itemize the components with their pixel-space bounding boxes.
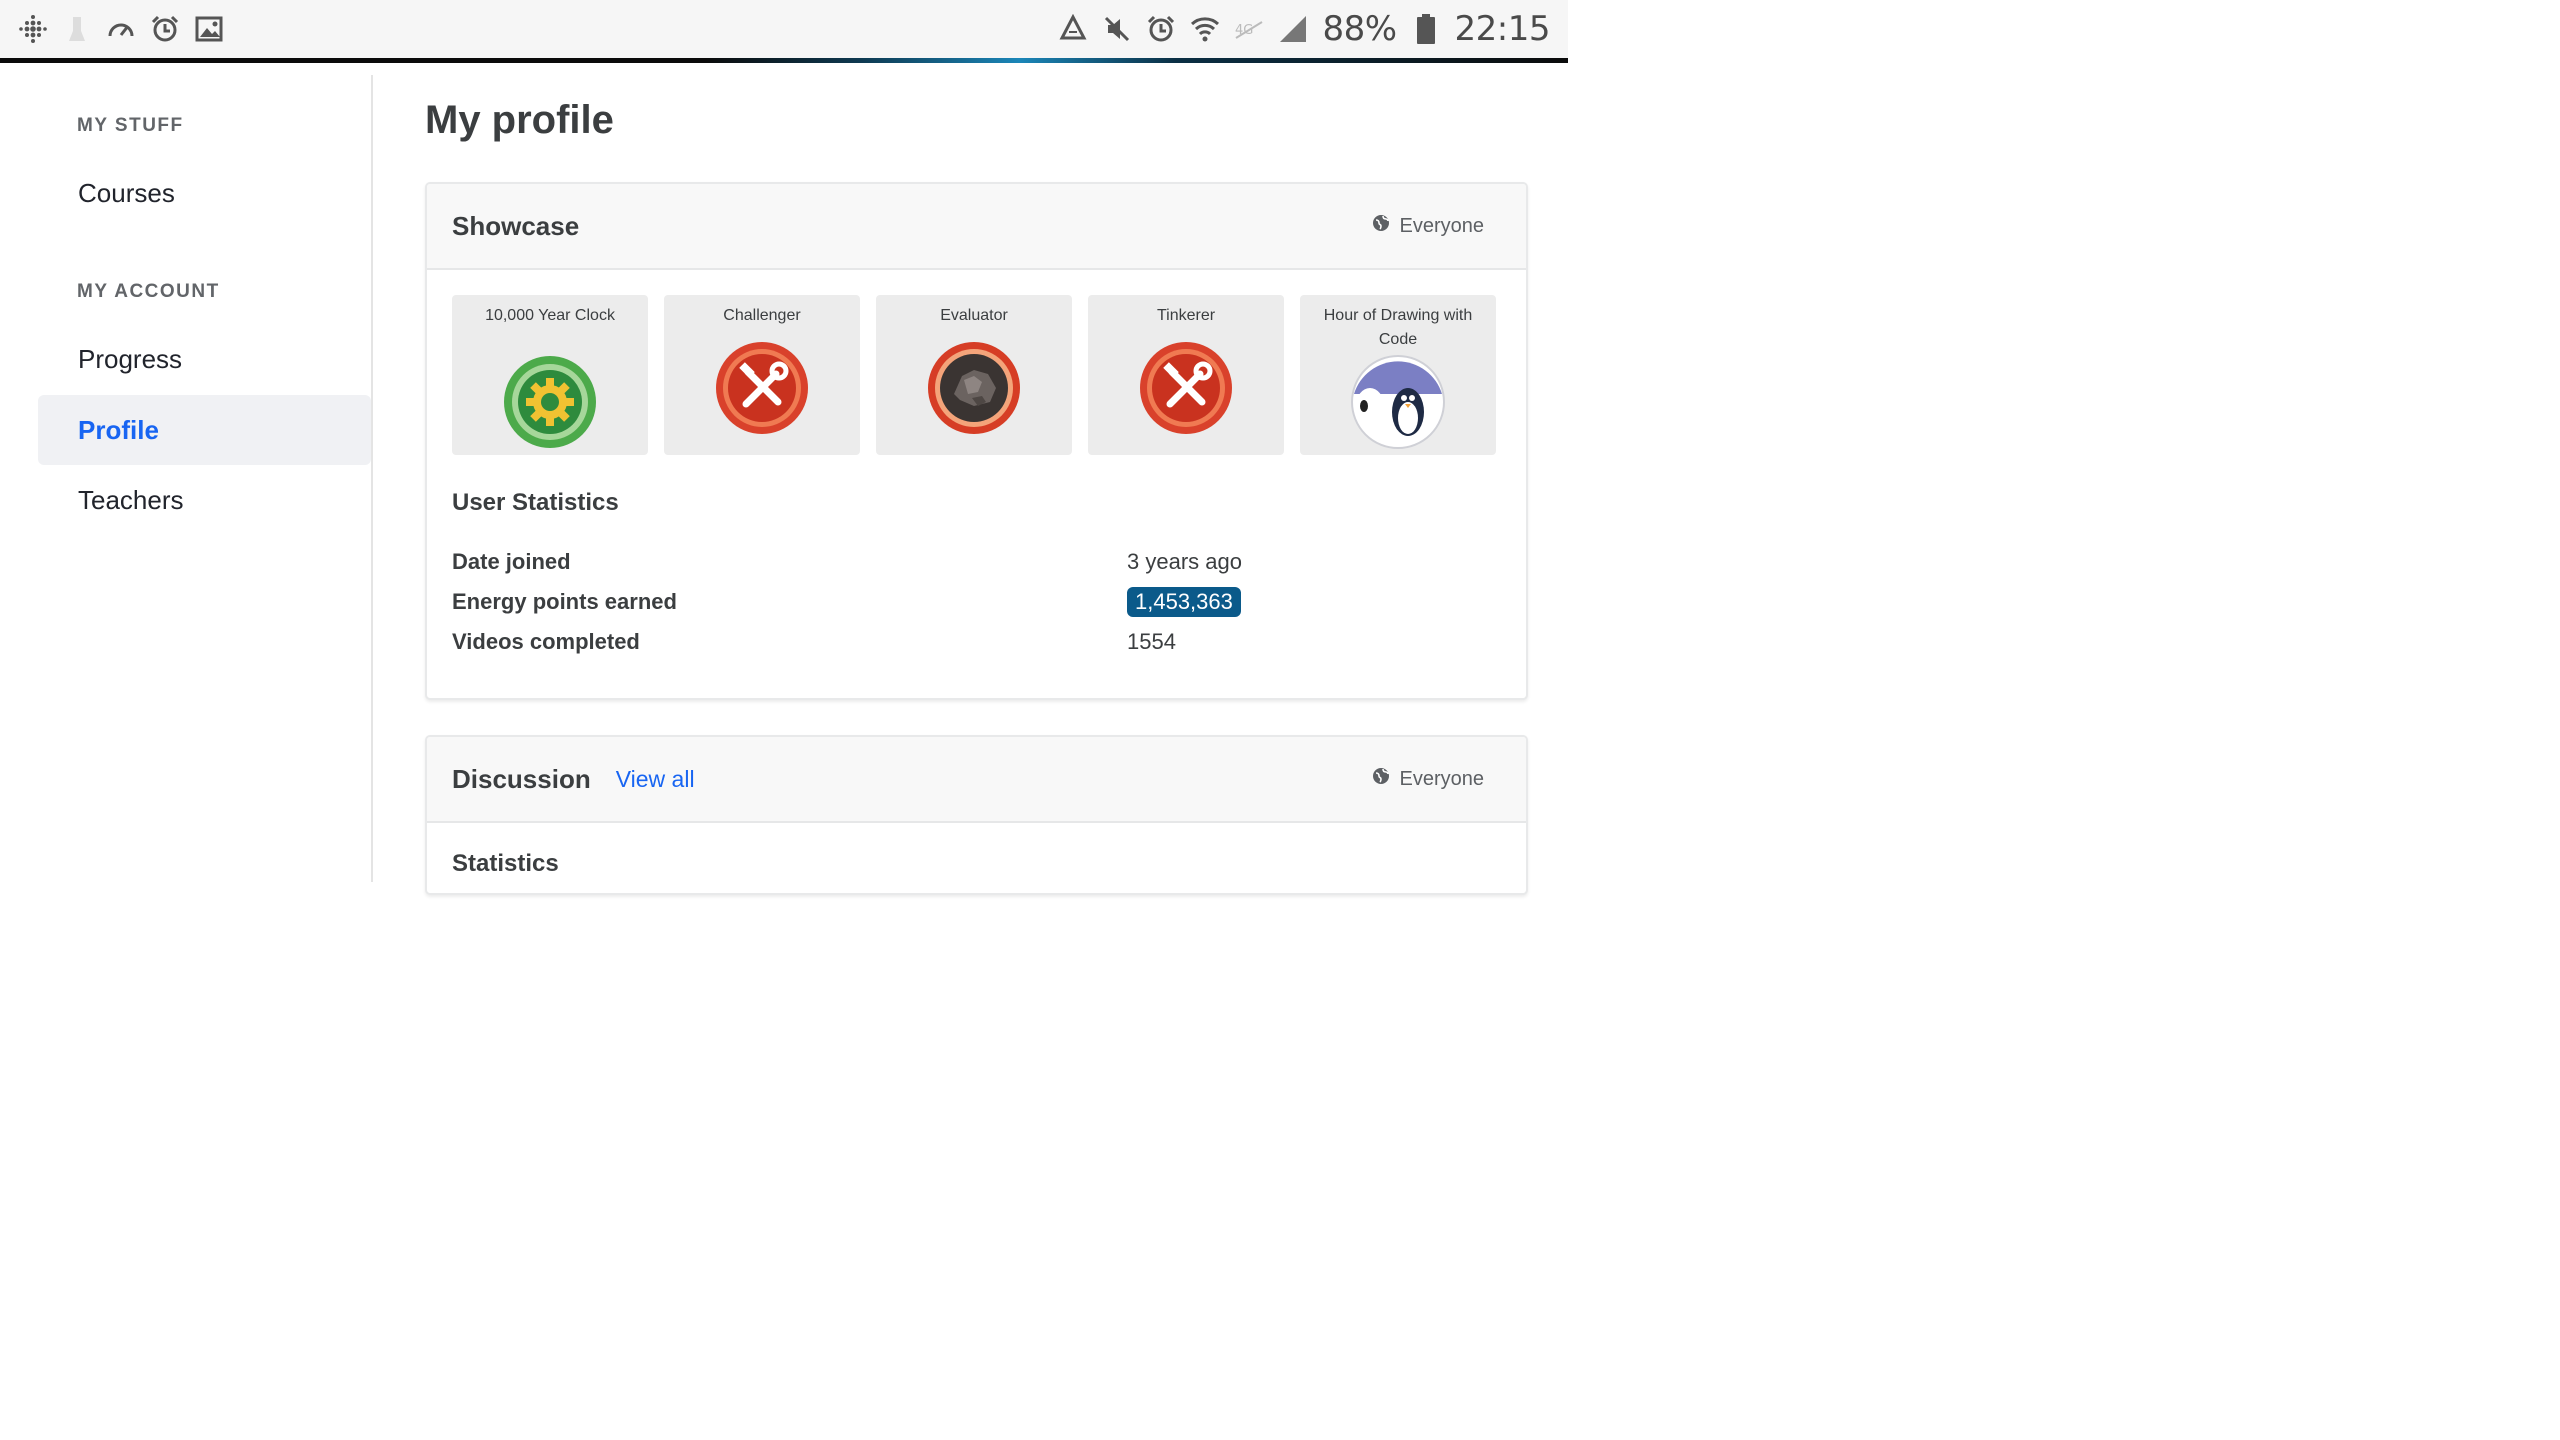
tools-badge-icon: [714, 340, 810, 436]
stimuli-icon: [62, 14, 92, 44]
visibility-label: Everyone: [1399, 767, 1485, 790]
mute-icon: [1102, 14, 1132, 44]
sidebar-item-progress[interactable]: Progress: [38, 324, 371, 394]
badge-10000-year-clock[interactable]: 10,000 Year Clock: [452, 295, 648, 455]
badge-title: 10,000 Year Clock: [485, 307, 615, 324]
stat-label-videos-completed: Videos completed: [452, 629, 640, 654]
gear-badge-icon: [502, 354, 598, 450]
signal-icon: [1278, 14, 1308, 44]
battery-icon: [1411, 14, 1441, 44]
my-stuff-heading: MY STUFF: [77, 115, 184, 136]
showcase-card: Showcase Everyone 10,000 Year Clock Chal…: [425, 182, 1528, 700]
badge-challenger[interactable]: Challenger: [664, 295, 860, 455]
discussion-title: Discussion: [452, 763, 591, 794]
badge-showcase: 10,000 Year Clock Challenger Evaluator T…: [427, 270, 1526, 455]
badge-hour-of-drawing-with-code[interactable]: Hour of Drawing with Code: [1300, 295, 1496, 455]
my-account-heading: MY ACCOUNT: [77, 281, 220, 302]
stat-value-date-joined: 3 years ago: [1127, 549, 1242, 574]
stat-value-videos-completed: 1554: [1127, 629, 1176, 654]
alarm-icon: [1146, 14, 1176, 44]
status-bar-left: [18, 14, 224, 44]
battery-percent: 88%: [1322, 9, 1397, 49]
view-all-link[interactable]: View all: [616, 766, 695, 793]
clock-time: 22:15: [1454, 9, 1551, 49]
status-bar-right: 4G 88% 22:15: [1058, 9, 1551, 49]
speedometer-icon: [106, 14, 136, 44]
stat-label-date-joined: Date joined: [452, 549, 571, 574]
energy-points-pill: 1,453,363: [1127, 587, 1241, 617]
sidebar-item-label: Teachers: [78, 484, 184, 515]
user-statistics-title: User Statistics: [452, 489, 619, 516]
image-icon: [194, 14, 224, 44]
badge-tinkerer[interactable]: Tinkerer: [1088, 295, 1284, 455]
badge-title: Challenger: [723, 307, 801, 324]
globe-icon: [1372, 214, 1390, 238]
badge-title: Hour of Drawing with Code: [1323, 307, 1473, 348]
alarm-icon: [150, 14, 180, 44]
badge-title: Evaluator: [940, 307, 1008, 324]
sidebar-item-profile[interactable]: Profile: [38, 395, 371, 465]
tools-badge-icon: [1138, 340, 1234, 436]
recycle-icon: [1058, 14, 1088, 44]
data-off-icon: 4G: [1234, 14, 1264, 44]
showcase-header: Showcase Everyone: [427, 184, 1526, 270]
badge-evaluator[interactable]: Evaluator: [876, 295, 1072, 455]
rock-badge-icon: [926, 340, 1022, 436]
globe-icon: [1372, 767, 1390, 791]
badge-title: Tinkerer: [1156, 307, 1216, 324]
stat-label-energy-points: Energy points earned: [452, 589, 677, 614]
sidebar-item-label: Courses: [78, 177, 175, 208]
status-bar: 4G 88% 22:15: [0, 0, 1568, 58]
stat-value-energy-points: 1,453,363: [1127, 587, 1241, 617]
sidebar-nav: MY STUFF Courses MY ACCOUNT Progress Pro…: [0, 63, 372, 882]
penguin-badge-icon: [1350, 354, 1446, 450]
fitbit-icon: [18, 14, 48, 44]
discussion-statistics-title: Statistics: [452, 850, 559, 877]
sidebar-item-teachers[interactable]: Teachers: [38, 465, 371, 535]
visibility-label: Everyone: [1399, 214, 1485, 237]
wifi-icon: [1190, 14, 1220, 44]
sidebar-divider: [371, 75, 373, 882]
showcase-visibility-selector[interactable]: Everyone: [1372, 214, 1485, 238]
sidebar-item-courses[interactable]: Courses: [38, 158, 371, 228]
sidebar-item-label: Profile: [78, 414, 159, 445]
sidebar-item-label: Progress: [78, 343, 183, 374]
showcase-title: Showcase: [452, 210, 580, 241]
discussion-card: Discussion View all Everyone Statistics: [425, 735, 1528, 895]
discussion-visibility-selector[interactable]: Everyone: [1372, 767, 1485, 791]
page-title: My profile: [425, 98, 614, 142]
discussion-header: Discussion View all Everyone: [427, 737, 1526, 823]
